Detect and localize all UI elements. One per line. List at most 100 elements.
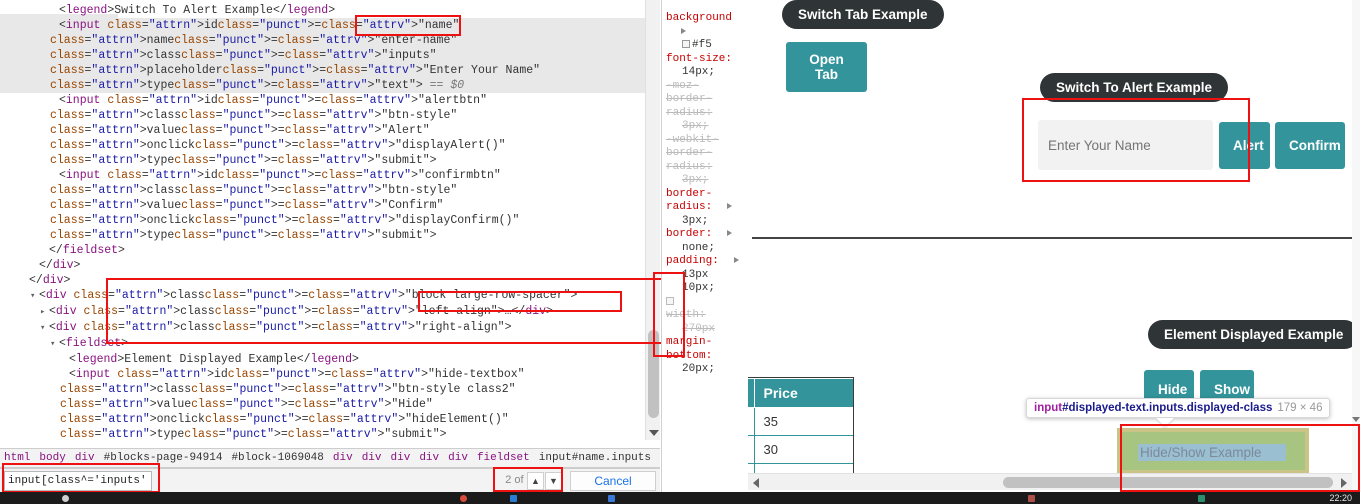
breadcrumb-item[interactable]: body (39, 452, 65, 464)
chevron-down-icon[interactable] (649, 430, 659, 436)
breadcrumb-item[interactable]: div (362, 452, 382, 464)
confirm-button[interactable]: Confirm (1275, 122, 1345, 169)
page-vertical-scrollbar[interactable] (1352, 0, 1360, 492)
dom-scrollbar-thumb[interactable] (648, 330, 659, 418)
table-row: ge 30 (748, 435, 853, 464)
dom-tree-scrollbar[interactable] (645, 0, 660, 440)
breadcrumb-item[interactable]: html (4, 452, 30, 464)
dom-node[interactable]: </div> (0, 273, 650, 288)
style-declaration[interactable]: border: none; (666, 228, 744, 255)
alert-button[interactable]: Alert (1219, 122, 1270, 169)
expand-arrow-icon[interactable] (681, 27, 686, 34)
dom-node[interactable]: </div> (0, 258, 650, 273)
taskbar[interactable]: 22:20 (0, 492, 1360, 504)
breadcrumb-item[interactable]: fieldset (477, 452, 530, 464)
taskbar-clock[interactable]: 22:20 (1329, 492, 1352, 504)
style-value[interactable]: 270px (666, 323, 744, 337)
style-value[interactable]: 3px; (666, 174, 744, 188)
style-value[interactable]: 3px; (666, 120, 744, 134)
dom-node[interactable]: <legend>Element Displayed Example</legen… (0, 352, 650, 367)
style-property: background (666, 12, 744, 39)
style-value[interactable]: none; (666, 242, 744, 256)
devtools-panel: ••• <legend>Switch To Alert Example</leg… (0, 0, 760, 493)
search-next-button[interactable]: ▼ (545, 472, 562, 490)
pill-switch-to-alert-example: Switch To Alert Example (1040, 73, 1229, 102)
search-input[interactable] (4, 471, 152, 491)
table-cell-name: va (748, 407, 756, 436)
color-swatch[interactable] (682, 40, 690, 48)
style-checkbox[interactable] (666, 296, 674, 305)
style-declaration[interactable]: padding: 13px 10px; (666, 255, 744, 296)
chevron-down-icon[interactable] (1352, 417, 1360, 422)
breadcrumb-item[interactable]: div (448, 452, 468, 464)
expand-arrow-icon[interactable] (733, 257, 739, 263)
enter-name-input[interactable] (1038, 120, 1213, 170)
taskbar-icon-explorer[interactable] (510, 495, 517, 502)
dom-node[interactable]: ▸ <div class="attrn">classclass="punct">=… (0, 304, 650, 320)
table-header-price: Price (754, 378, 853, 408)
table-cell-price: 35 (754, 407, 853, 436)
dom-node[interactable]: ▾ <fieldset> (0, 336, 650, 352)
dom-node[interactable]: ▾ <div class="attrn">classclass="punct">=… (0, 320, 650, 336)
style-value[interactable]: 20px; (666, 363, 744, 377)
style-value[interactable]: 14px; (666, 66, 744, 80)
tooltip-selector: #displayed-text.inputs.displayed-class (1062, 402, 1273, 414)
dom-node[interactable]: <input class="attrn">idclass="punct">=cl… (0, 18, 650, 93)
style-property: padding: (666, 255, 744, 269)
dom-node[interactable]: <input class="attrn">idclass="punct">=cl… (0, 168, 650, 243)
style-declaration[interactable]: background #f5 (666, 12, 744, 53)
search-prev-button[interactable]: ▲ (527, 472, 544, 490)
open-tab-button[interactable]: Open Tab (786, 42, 867, 92)
breadcrumb[interactable]: html body div #blocks-page-94914 #block-1069… (0, 448, 660, 468)
dom-tree-panel[interactable]: ••• <legend>Switch To Alert Example</leg… (0, 0, 660, 440)
style-declaration[interactable]: -webkit-border-radius: 3px; (666, 134, 744, 188)
dom-node[interactable]: ▾ <div class="attrn">classclass="punct">=… (0, 288, 650, 304)
table-cell-price: 30 (754, 435, 853, 464)
breadcrumb-item[interactable]: div (75, 452, 95, 464)
table-header-blank (748, 378, 756, 408)
scroll-left-icon[interactable] (753, 478, 759, 488)
page-hscrollbar-thumb[interactable] (1003, 477, 1333, 488)
breadcrumb-item[interactable]: input#name.inputs (539, 452, 651, 464)
style-declaration[interactable]: font-size: 14px; (666, 53, 744, 80)
style-value[interactable]: #f5 (666, 39, 744, 53)
style-property: -webkit-border-radius: (666, 133, 719, 173)
breadcrumb-item[interactable]: #block-1069048 (231, 452, 323, 464)
styles-panel[interactable]: background #f5 font-size: 14px; -moz-border-… (661, 0, 747, 492)
tooltip-arrow-icon (1156, 418, 1174, 427)
dom-node[interactable]: <legend>Switch To Alert Example</legend> (0, 3, 650, 18)
tooltip-tag-name: input (1034, 402, 1063, 414)
table-row: va 35 (748, 407, 853, 436)
style-declaration[interactable]: width: 270px (666, 296, 744, 337)
breadcrumb-item[interactable]: #blocks-page-94914 (104, 452, 223, 464)
page-horizontal-scrollbar[interactable] (748, 473, 1352, 490)
expand-arrow-icon[interactable] (727, 203, 733, 209)
breadcrumb-item[interactable]: div (419, 452, 439, 464)
table-cell-name: ge (748, 435, 756, 464)
dom-search-bar: 2 of 2 ▲ ▼ Cancel (0, 468, 660, 492)
taskbar-icon-notify[interactable] (1028, 495, 1035, 502)
search-cancel-button[interactable]: Cancel (570, 471, 656, 491)
page-horizontal-rule (752, 237, 1352, 239)
taskbar-icon-network[interactable] (1198, 495, 1205, 502)
breadcrumb-item[interactable]: div (391, 452, 411, 464)
table-header-row: Price (748, 378, 853, 408)
style-value[interactable]: 3px; (666, 215, 744, 229)
style-declaration[interactable]: border-radius: 3px; (666, 188, 744, 229)
scroll-right-icon[interactable] (1341, 478, 1347, 488)
style-declaration[interactable]: margin-bottom: 20px; (666, 336, 744, 377)
dom-node[interactable]: <input class="attrn">idclass="punct">=cl… (0, 367, 650, 440)
taskbar-icon-record[interactable] (460, 495, 467, 502)
style-property: width: (666, 309, 706, 321)
style-declaration[interactable]: -moz-border-radius: 3px; (666, 80, 744, 134)
dom-node[interactable]: </fieldset> (0, 243, 650, 258)
expand-arrow-icon[interactable] (727, 230, 733, 236)
style-value[interactable]: 13px 10px; (666, 269, 744, 296)
taskbar-icon-start[interactable] (62, 495, 69, 502)
hide-show-example-input-text: Hide/Show Example (1138, 444, 1286, 461)
dom-node[interactable]: <input class="attrn">idclass="punct">=cl… (0, 93, 650, 168)
breadcrumb-item[interactable]: div (333, 452, 353, 464)
taskbar-icon-chrome[interactable] (608, 495, 615, 502)
style-property: -moz-border-radius: (666, 79, 713, 119)
dom-tree-code[interactable]: <legend>Switch To Alert Example</legend>… (0, 0, 650, 440)
